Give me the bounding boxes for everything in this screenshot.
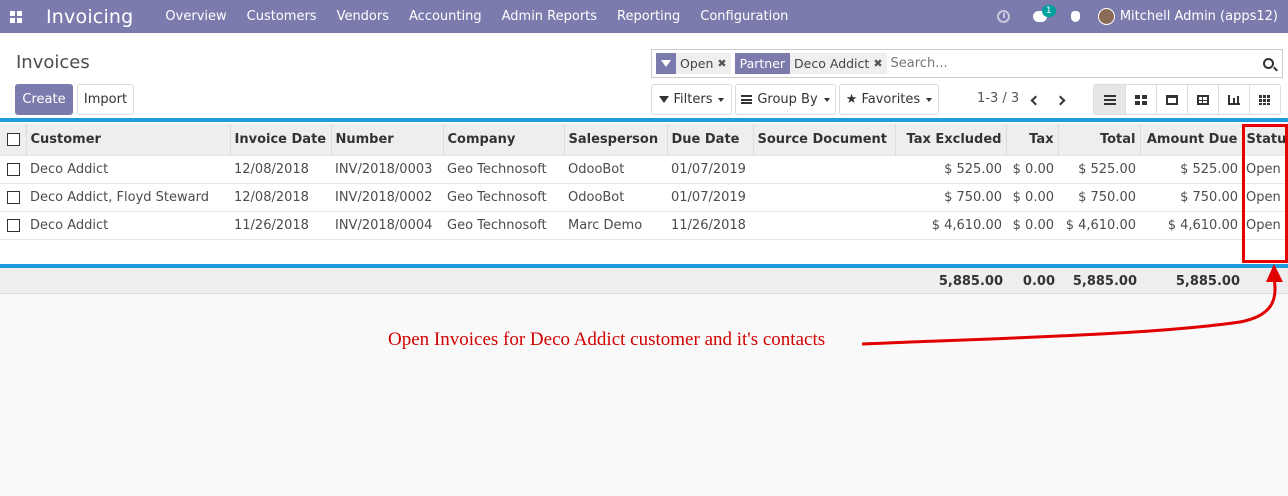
annotation-arrow <box>861 264 1283 346</box>
